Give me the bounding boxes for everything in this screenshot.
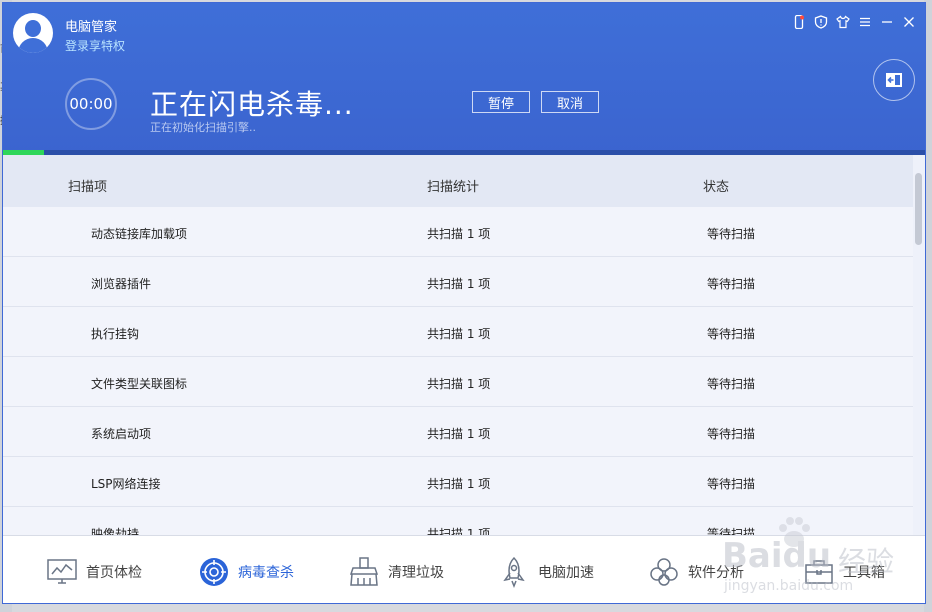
monitor-chart-icon	[47, 559, 77, 584]
column-header-count: 扫描统计	[427, 180, 480, 195]
table-row: 执行挂钩 共扫描 1 项 等待扫描	[3, 307, 913, 357]
scan-item-count: 共扫描 1 项	[427, 327, 491, 341]
scan-item-count: 共扫描 1 项	[427, 477, 491, 491]
nav-label: 清理垃圾	[388, 565, 444, 581]
scan-item-status: 等待扫描	[707, 277, 756, 291]
scan-item-name: 执行挂钩	[91, 327, 140, 341]
avatar[interactable]	[13, 13, 53, 53]
table-header: 扫描项 扫描统计 状态	[3, 155, 913, 207]
scan-status-text: 正在初始化扫描引擎..	[150, 121, 256, 134]
clover-icon	[650, 558, 678, 586]
table-row: 文件类型关联图标 共扫描 1 项 等待扫描	[3, 357, 913, 407]
scan-item-count: 共扫描 1 项	[427, 527, 491, 535]
scan-item-status: 等待扫描	[707, 377, 756, 391]
virus-scan-icon	[200, 558, 228, 586]
scan-item-name: 浏览器插件	[91, 277, 152, 291]
watermark-brand: Baidu	[722, 536, 832, 576]
shield-icon[interactable]	[813, 14, 829, 30]
nav-label: 首页体检	[86, 565, 142, 581]
broom-icon	[349, 557, 379, 586]
column-header-status: 状态	[703, 180, 730, 195]
login-link[interactable]: 登录享特权	[65, 37, 125, 54]
scan-item-name: 系统启动项	[91, 427, 152, 441]
table-row: 浏览器插件 共扫描 1 项 等待扫描	[3, 257, 913, 307]
window-controls	[791, 14, 917, 30]
skin-shirt-icon[interactable]	[835, 14, 851, 30]
scan-timer: 00:00	[65, 78, 117, 130]
panel-exit-icon	[886, 73, 902, 87]
mobile-icon[interactable]	[791, 14, 807, 30]
watermark-url: jingyan.baidu.com	[724, 578, 854, 594]
scan-item-name: 动态链接库加载项	[91, 227, 188, 241]
nav-label: 电脑加速	[538, 565, 594, 581]
minimize-icon[interactable]	[879, 14, 895, 30]
scan-items-table: 扫描项 扫描统计 状态 动态链接库加载项 共扫描 1 项等待扫描 浏览器插件 共扫描 …	[3, 155, 913, 535]
table-row: 动态链接库加载项 共扫描 1 项 等待扫描	[3, 207, 913, 257]
scan-item-count: 共扫描 1 项	[427, 277, 491, 291]
nav-home-checkup[interactable]: 首页体检	[46, 556, 142, 588]
scan-title: 正在闪电杀毒...	[150, 88, 354, 121]
scan-item-count: 共扫描 1 项	[427, 377, 491, 391]
baidu-watermark: Baidu 经验 jingyan.baidu.com	[712, 512, 912, 602]
app-name: 电脑管家	[65, 20, 118, 35]
nav-speed-up[interactable]: 电脑加速	[498, 556, 594, 588]
collapse-panel-button[interactable]	[873, 59, 915, 101]
scan-item-count: 共扫描 1 项	[427, 427, 491, 441]
table-scrollbar[interactable]	[913, 155, 925, 535]
header-panel: 电脑管家 登录享特权 00:00 正在闪电杀毒... 正在初始化扫描引擎.. 暂…	[3, 3, 925, 155]
nav-label: 病毒查杀	[238, 565, 294, 581]
pause-button[interactable]: 暂停	[472, 91, 530, 113]
rocket-icon	[503, 556, 525, 588]
scan-item-name: LSP网络连接	[91, 477, 161, 491]
cancel-button[interactable]: 取消	[541, 91, 599, 113]
watermark-cn: 经验	[838, 545, 895, 578]
scan-item-status: 等待扫描	[707, 427, 756, 441]
scan-item-status: 等待扫描	[707, 477, 756, 491]
scan-item-count: 共扫描 1 项	[427, 227, 491, 241]
menu-icon[interactable]	[857, 14, 873, 30]
column-header-item: 扫描项	[68, 180, 108, 195]
scan-item-status: 等待扫描	[707, 327, 756, 341]
scroll-thumb[interactable]	[915, 173, 922, 245]
table-row: LSP网络连接 共扫描 1 项 等待扫描	[3, 457, 913, 507]
scan-item-name: 文件类型关联图标	[91, 377, 188, 391]
scan-item-status: 等待扫描	[707, 227, 756, 241]
close-icon[interactable]	[901, 14, 917, 30]
table-row: 系统启动项 共扫描 1 项 等待扫描	[3, 407, 913, 457]
nav-virus-scan[interactable]: 病毒查杀	[198, 556, 294, 588]
table-body: 动态链接库加载项 共扫描 1 项等待扫描 浏览器插件 共扫描 1 项等待扫描 执行挂钩共…	[3, 207, 913, 535]
scan-item-name: 映像劫持	[91, 527, 140, 535]
nav-clean-junk[interactable]: 清理垃圾	[348, 556, 444, 588]
